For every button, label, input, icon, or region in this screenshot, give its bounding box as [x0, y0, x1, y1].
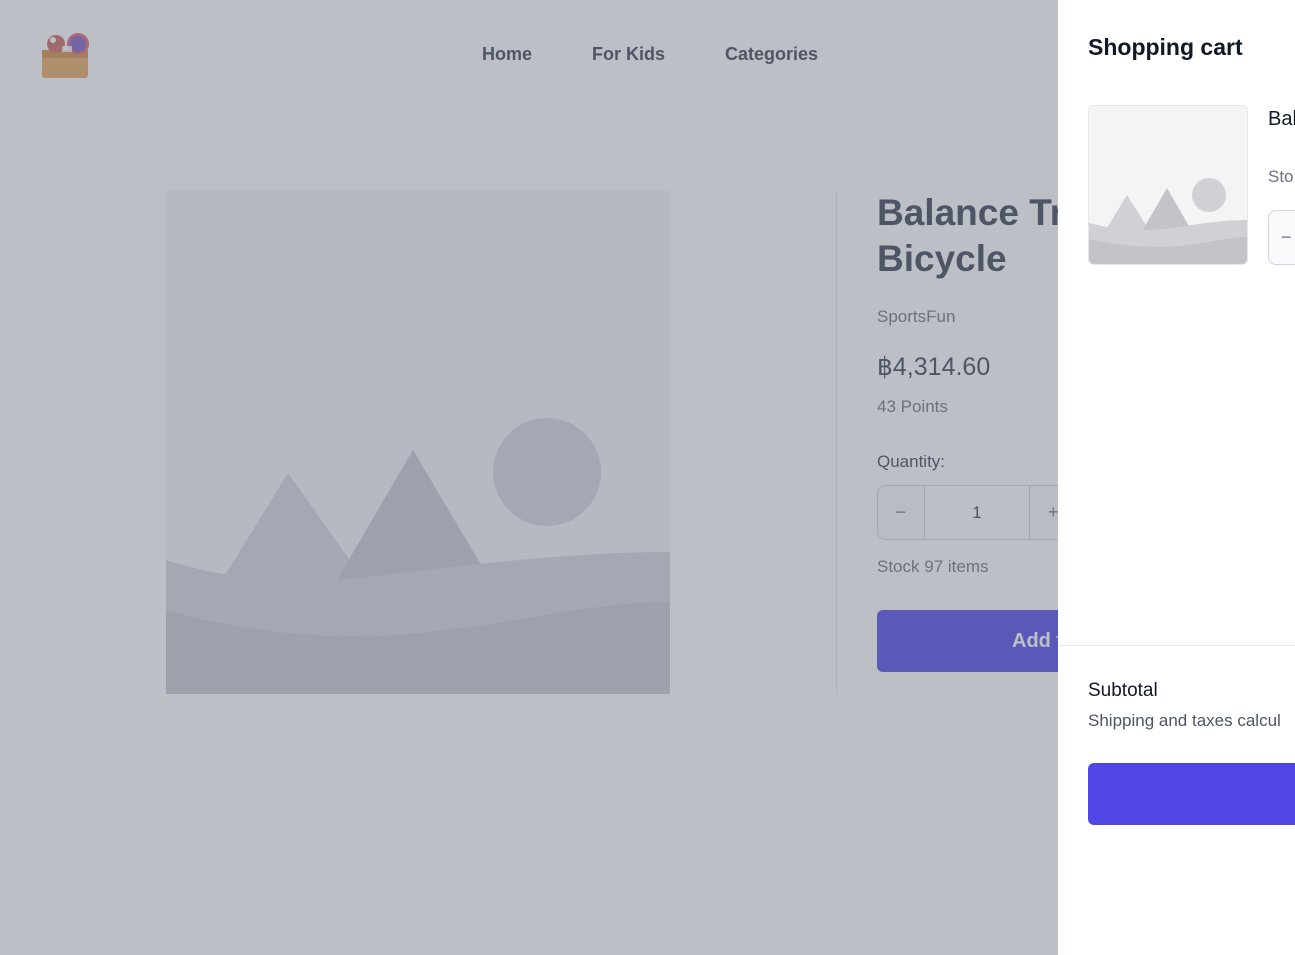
checkout-button[interactable]	[1088, 763, 1295, 825]
shipping-note: Shipping and taxes calcul	[1088, 711, 1281, 730]
cart-item-decrement-button[interactable]: −	[1281, 227, 1292, 248]
cart-item-name[interactable]: Bal	[1268, 108, 1295, 131]
cart-title: Shopping cart	[1088, 34, 1243, 60]
image-placeholder-icon	[1089, 106, 1247, 264]
cart-item-stock: Sto	[1268, 167, 1294, 186]
subtotal-label: Subtotal	[1088, 680, 1158, 701]
cart-divider	[1058, 645, 1295, 646]
shopping-cart-drawer: Shopping cart Bal Sto − Subtotal Shippin…	[1058, 0, 1295, 955]
cart-item-image	[1088, 105, 1248, 265]
cart-item-quantity-stepper: −	[1268, 210, 1295, 265]
